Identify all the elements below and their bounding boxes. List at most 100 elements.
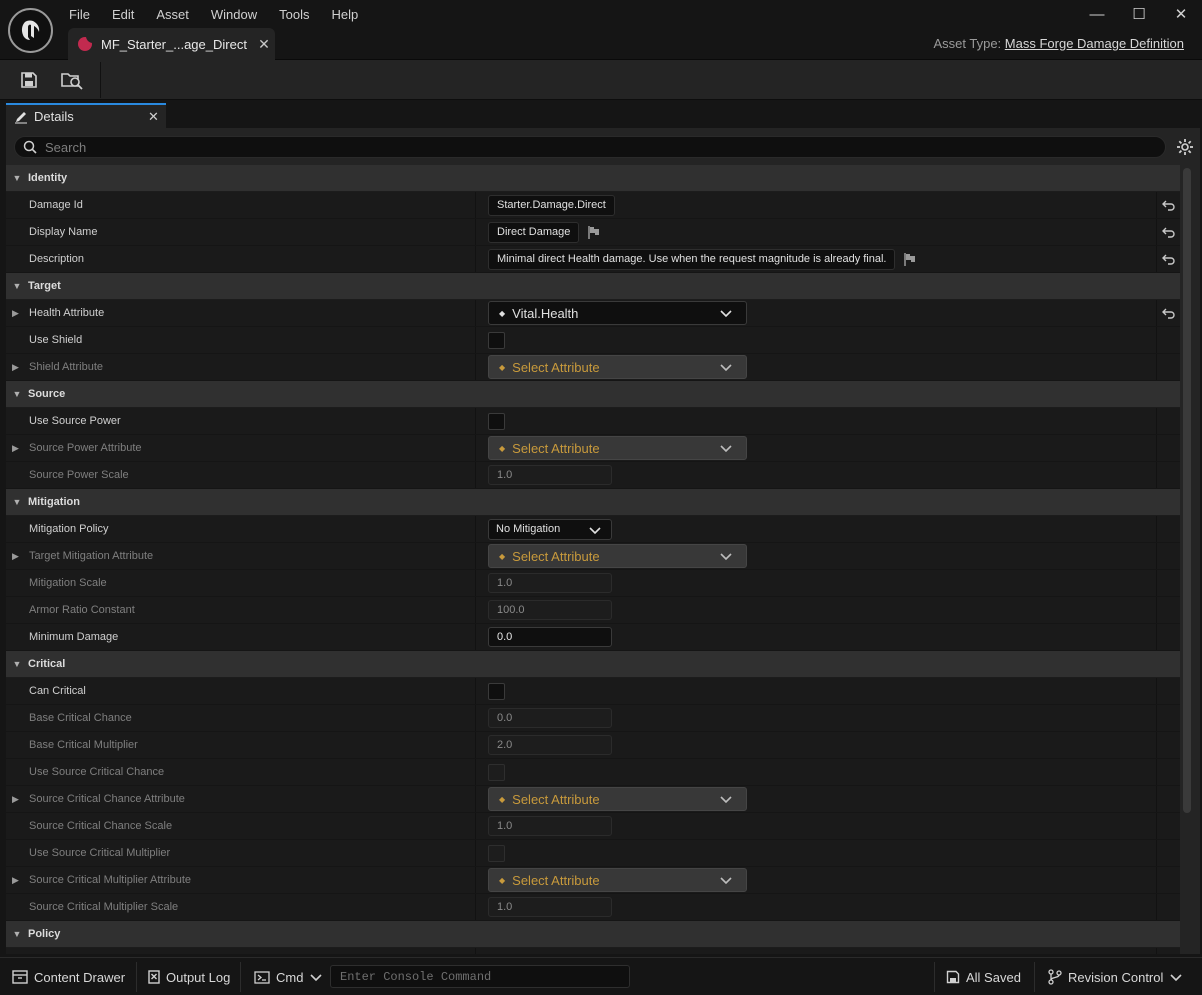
output-log-button[interactable]: Output Log <box>148 958 230 995</box>
menu-asset[interactable]: Asset <box>145 2 200 26</box>
property-name: Source Critical Chance Scale <box>29 820 173 832</box>
expand-arrow-icon[interactable]: ▶ <box>12 308 29 319</box>
collapse-caret-icon[interactable]: ▼ <box>6 929 28 939</box>
category-critical[interactable]: ▼ Critical <box>6 651 1180 678</box>
source-critical-multiplier-attribute-combo[interactable]: ◆ Select Attribute <box>488 868 747 892</box>
pencil-icon <box>15 111 27 123</box>
vertical-scrollbar[interactable] <box>1183 168 1191 813</box>
property-name: Health Attribute <box>29 307 105 319</box>
property-name: Use Source Power <box>29 415 121 427</box>
menu-edit[interactable]: Edit <box>101 2 145 26</box>
toolbar-divider <box>100 62 101 98</box>
browse-to-asset-icon[interactable] <box>57 66 87 94</box>
property-row-can-critical: Can Critical <box>6 678 1180 705</box>
base-critical-chance-field[interactable]: 0.0 <box>488 708 612 728</box>
save-icon[interactable] <box>14 66 44 94</box>
mitigation-scale-field[interactable]: 1.0 <box>488 573 612 593</box>
expand-arrow-icon[interactable]: ▶ <box>12 794 29 805</box>
source-power-scale-field[interactable]: 1.0 <box>488 465 612 485</box>
localization-flag-icon[interactable] <box>587 225 601 239</box>
property-row-use-source-critical-multiplier: Use Source Critical Multiplier <box>6 840 1180 867</box>
save-all-icon <box>946 970 960 984</box>
property-row-damage-id: Damage Id Starter.Damage.Direct <box>6 192 1180 219</box>
close-window-button[interactable]: ✕ <box>1160 0 1202 28</box>
collapse-caret-icon[interactable]: ▼ <box>6 281 28 291</box>
property-row-shield-attribute: ▶ Shield Attribute ◆ Select Attribute <box>6 354 1180 381</box>
category-policy[interactable]: ▼ Policy <box>6 921 1180 948</box>
menu-window[interactable]: Window <box>200 2 268 26</box>
collapse-caret-icon[interactable]: ▼ <box>6 389 28 399</box>
property-name: Source Power Scale <box>29 469 129 481</box>
all-saved-button[interactable]: All Saved <box>946 958 1021 995</box>
property-row-description: Description Minimal direct Health damage… <box>6 246 1180 273</box>
property-row-partial <box>6 948 1180 954</box>
close-tab-icon[interactable]: ✕ <box>253 36 275 53</box>
asset-type-info: Asset Type: Mass Forge Damage Definition <box>933 36 1184 51</box>
collapse-caret-icon[interactable]: ▼ <box>6 497 28 507</box>
can-critical-checkbox[interactable] <box>488 682 505 700</box>
asset-editor-tab[interactable]: MF_Starter_...age_Direct ✕ <box>68 28 275 60</box>
chevron-down-icon <box>310 974 323 982</box>
property-name: Use Shield <box>29 334 83 346</box>
minimize-button[interactable]: — <box>1076 0 1118 28</box>
attribute-diamond-icon: ◆ <box>499 362 506 372</box>
reset-to-default-icon[interactable] <box>1156 300 1180 326</box>
console-command-input[interactable] <box>331 966 629 987</box>
source-critical-multiplier-scale-field[interactable]: 1.0 <box>488 897 612 917</box>
target-mitigation-attribute-combo[interactable]: ◆ Select Attribute <box>488 544 747 568</box>
damage-id-field[interactable]: Starter.Damage.Direct <box>488 194 615 216</box>
use-source-power-checkbox[interactable] <box>488 412 505 430</box>
mitigation-policy-dropdown[interactable]: No Mitigation <box>488 518 612 540</box>
content-drawer-button[interactable]: Content Drawer <box>12 958 125 995</box>
expand-arrow-icon[interactable]: ▶ <box>12 551 29 562</box>
menu-file[interactable]: File <box>58 2 101 26</box>
armor-ratio-constant-field[interactable]: 100.0 <box>488 600 612 620</box>
health-attribute-combo[interactable]: ◆ Vital.Health <box>488 301 747 325</box>
revision-control-button[interactable]: Revision Control <box>1048 958 1188 995</box>
reset-to-default-icon[interactable] <box>1156 246 1180 272</box>
expand-arrow-icon[interactable]: ▶ <box>12 362 29 373</box>
reset-to-default-icon[interactable] <box>1156 219 1180 245</box>
close-details-tab-icon[interactable]: ✕ <box>148 109 166 125</box>
property-row-mitigation-policy: Mitigation Policy No Mitigation <box>6 516 1180 543</box>
category-identity[interactable]: ▼ Identity <box>6 165 1180 192</box>
collapse-caret-icon[interactable]: ▼ <box>6 173 28 183</box>
use-source-critical-chance-checkbox[interactable] <box>488 763 505 781</box>
console-command-box <box>330 965 630 988</box>
expand-arrow-icon[interactable]: ▶ <box>12 443 29 454</box>
category-target[interactable]: ▼ Target <box>6 273 1180 300</box>
property-row-mitigation-scale: Mitigation Scale 1.0 <box>6 570 1180 597</box>
display-name-field[interactable]: Direct Damage <box>488 221 580 243</box>
category-mitigation[interactable]: ▼ Mitigation <box>6 489 1180 516</box>
shield-attribute-combo[interactable]: ◆ Select Attribute <box>488 355 747 379</box>
use-source-critical-multiplier-checkbox[interactable] <box>488 844 505 862</box>
panel-tab-row: Details ✕ <box>0 100 1202 128</box>
gear-icon[interactable] <box>1176 138 1194 156</box>
tab-details[interactable]: Details ✕ <box>6 103 166 128</box>
source-critical-chance-scale-field[interactable]: 1.0 <box>488 816 612 836</box>
maximize-button[interactable]: ☐ <box>1118 0 1160 28</box>
menu-help[interactable]: Help <box>320 2 369 26</box>
revision-control-label: Revision Control <box>1068 969 1164 985</box>
source-power-attribute-combo[interactable]: ◆ Select Attribute <box>488 436 747 460</box>
asset-type-link[interactable]: Mass Forge Damage Definition <box>1005 36 1184 51</box>
property-row-source-critical-multiplier-attribute: ▶ Source Critical Multiplier Attribute ◆ S… <box>6 867 1180 894</box>
menu-tools[interactable]: Tools <box>268 2 320 26</box>
divider <box>136 962 137 992</box>
collapse-caret-icon[interactable]: ▼ <box>6 659 28 669</box>
search-input[interactable] <box>45 139 1045 155</box>
use-shield-checkbox[interactable] <box>488 331 505 349</box>
expand-arrow-icon[interactable]: ▶ <box>12 875 29 886</box>
cmd-dropdown[interactable]: Cmd <box>254 958 328 995</box>
description-field[interactable]: Minimal direct Health damage. Use when t… <box>488 248 896 270</box>
property-name: Can Critical <box>29 685 86 697</box>
base-critical-multiplier-field[interactable]: 2.0 <box>488 735 612 755</box>
attribute-diamond-icon: ◆ <box>499 443 506 453</box>
minimum-damage-field[interactable]: 0.0 <box>488 627 612 647</box>
unreal-logo-icon[interactable] <box>8 8 53 53</box>
toolbar <box>0 60 1202 100</box>
reset-to-default-icon[interactable] <box>1156 192 1180 218</box>
localization-flag-icon[interactable] <box>903 252 917 266</box>
source-critical-chance-attribute-combo[interactable]: ◆ Select Attribute <box>488 787 747 811</box>
category-source[interactable]: ▼ Source <box>6 381 1180 408</box>
